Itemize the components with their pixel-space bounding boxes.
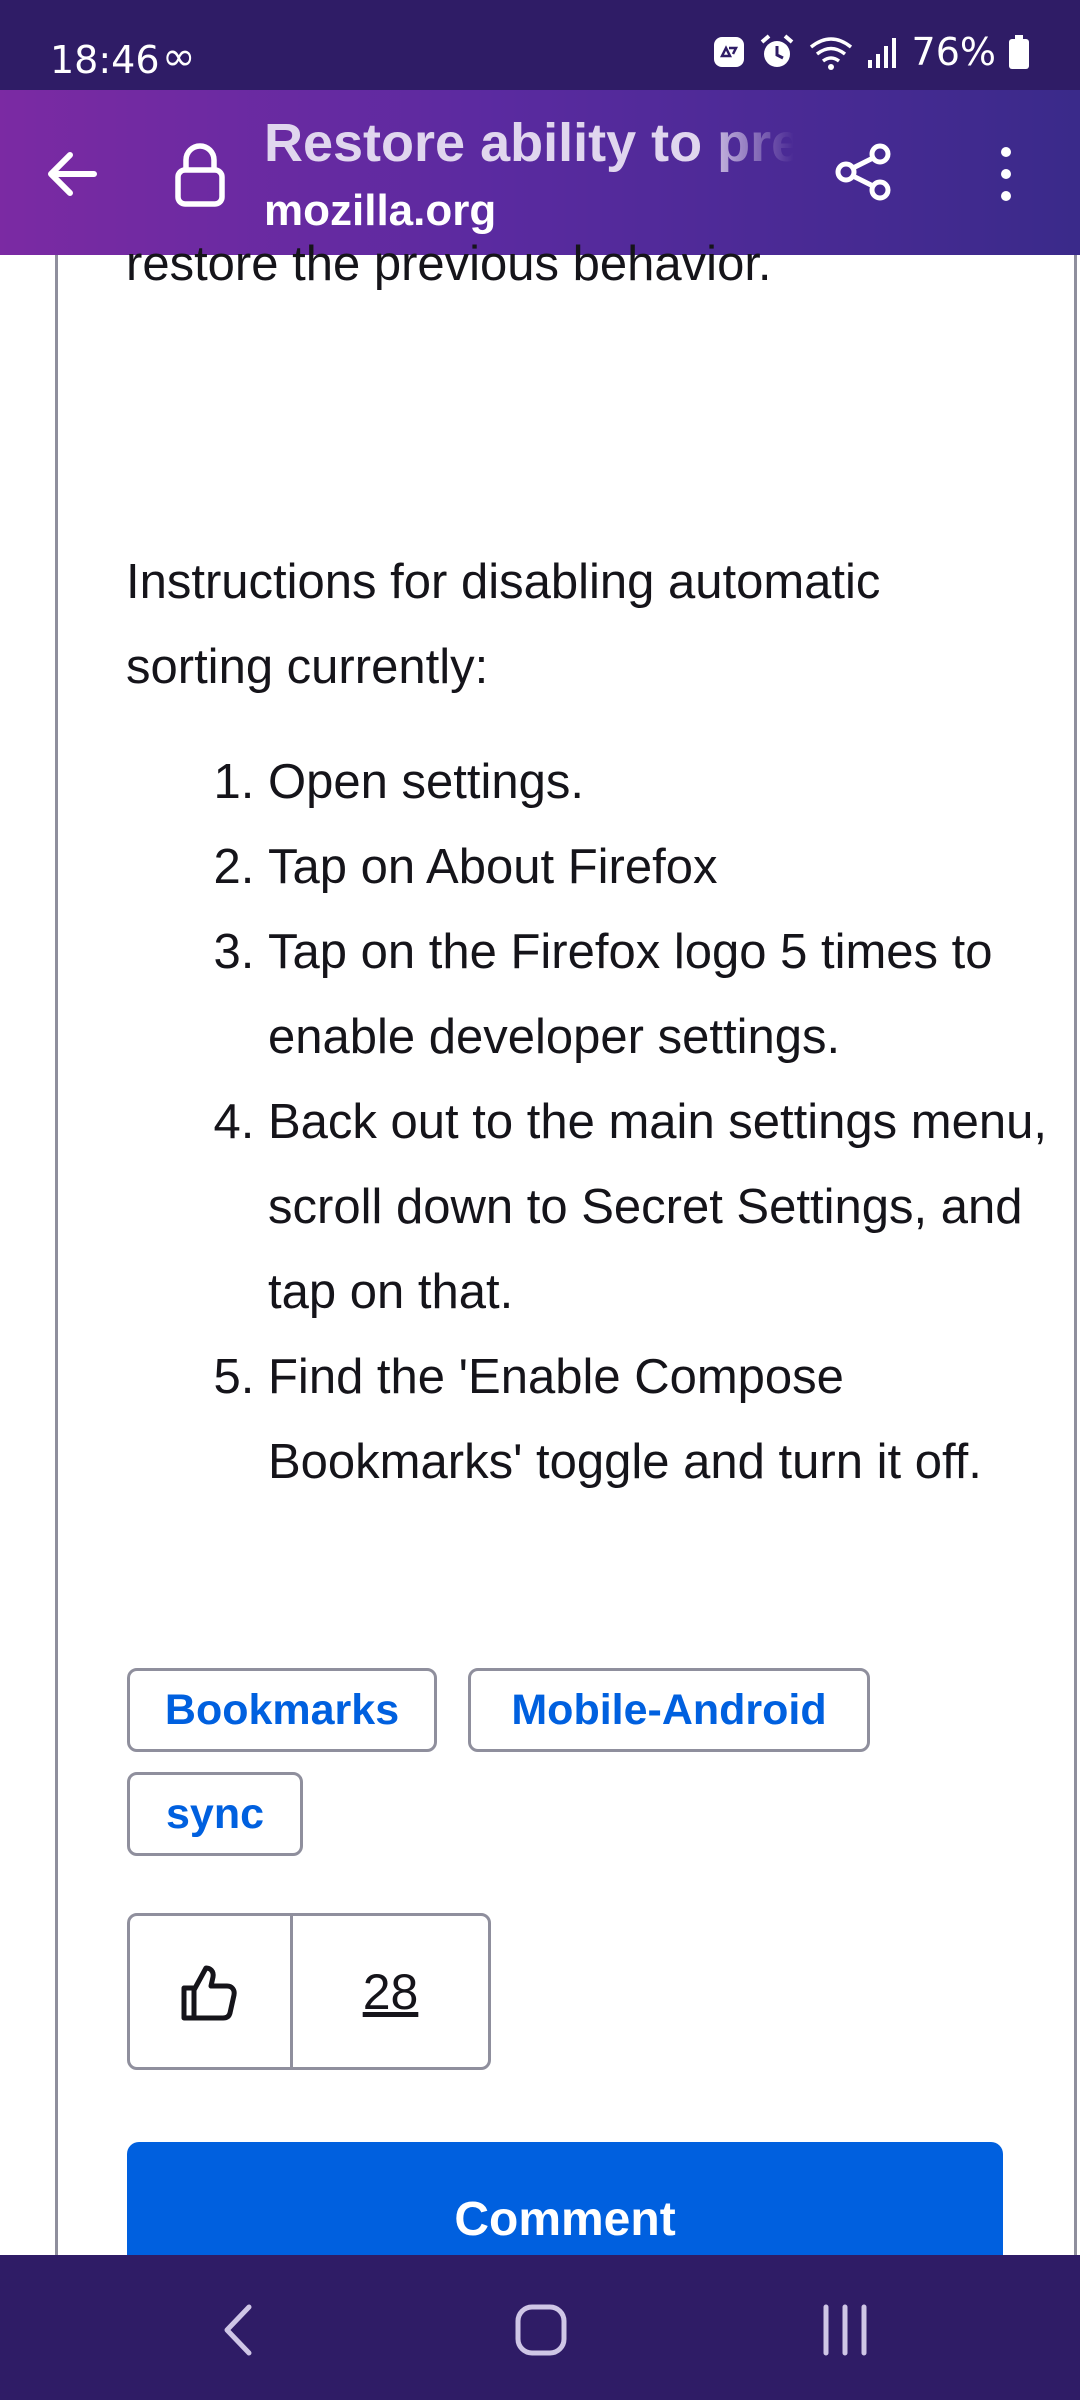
status-bar: 18:46 ∞ 76% <box>0 0 1080 90</box>
vote-count[interactable]: 28 <box>293 1916 488 2067</box>
tag-sync[interactable]: sync <box>127 1772 303 1856</box>
lock-icon[interactable] <box>170 140 230 208</box>
wifi-icon <box>808 33 854 71</box>
battery-icon <box>1008 34 1030 70</box>
list-item: Tap on the Firefox logo 5 times to enabl… <box>268 910 1068 1080</box>
recents-icon[interactable] <box>810 2295 880 2365</box>
infinity-icon: ∞ <box>162 34 196 80</box>
tag-mobile-android[interactable]: Mobile-Android <box>468 1668 870 1752</box>
vote-widget: 28 <box>127 1913 491 2070</box>
back-chevron-icon[interactable] <box>205 2295 275 2365</box>
list-item: Back out to the main settings menu, scro… <box>268 1080 1068 1335</box>
home-icon[interactable] <box>506 2295 576 2365</box>
list-item: Find the 'Enable Compose Bookmarks' togg… <box>268 1335 1068 1505</box>
instructions-list: Open settings. Tap on About Firefox Tap … <box>210 740 1068 1505</box>
page-title[interactable]: Restore ability to preserve bookmark ord… <box>264 112 794 176</box>
back-arrow-icon[interactable] <box>40 142 104 206</box>
share-icon[interactable] <box>832 140 896 204</box>
browser-toolbar: Restore ability to preserve bookmark ord… <box>0 90 1080 255</box>
thumbs-up-icon <box>181 1965 237 2020</box>
list-item: Open settings. <box>268 740 1068 825</box>
status-time: 18:46 <box>50 38 160 82</box>
url-domain[interactable]: mozilla.org <box>264 186 496 236</box>
recycle-icon <box>712 35 746 69</box>
system-nav-bar <box>0 2255 1080 2400</box>
signal-icon <box>866 34 900 70</box>
instructions-intro: Instructions for disabling automatic sor… <box>126 555 881 694</box>
list-item: Tap on About Firefox <box>268 825 1068 910</box>
alarm-icon <box>758 33 796 71</box>
article-text-clipped: restore the previous behavior. <box>126 237 772 291</box>
status-icons: 76% <box>712 30 1030 74</box>
tag-bookmarks[interactable]: Bookmarks <box>127 1668 437 1752</box>
battery-percent: 76% <box>911 30 996 74</box>
thumbs-up-button[interactable] <box>130 1916 293 2067</box>
more-vertical-icon[interactable] <box>986 142 1026 206</box>
